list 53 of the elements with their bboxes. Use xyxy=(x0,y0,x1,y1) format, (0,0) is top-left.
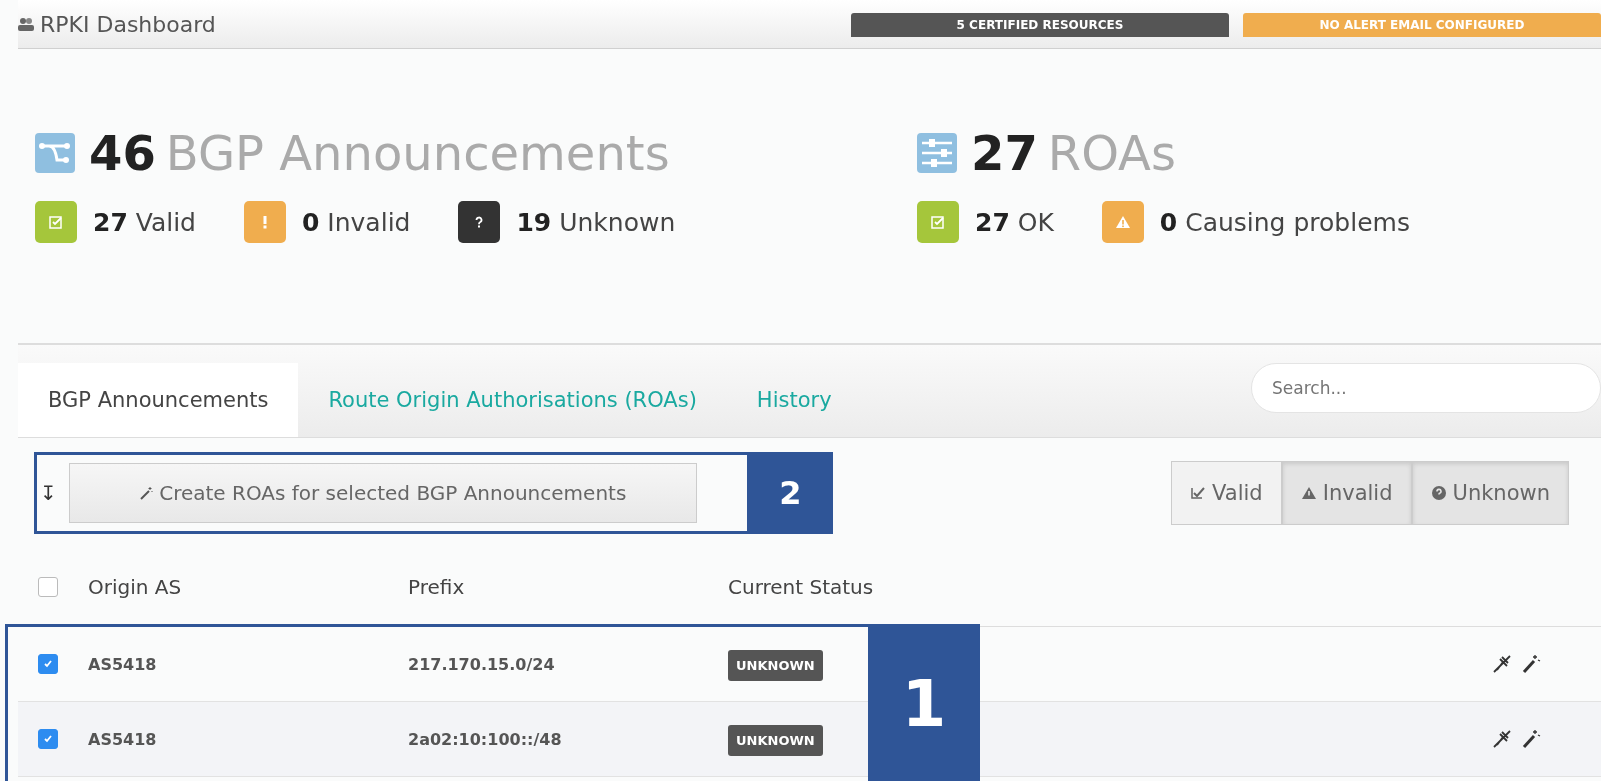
wand-icon xyxy=(139,486,154,500)
column-header: Current Status xyxy=(728,575,875,599)
tab[interactable]: Route Origin Authorisations (ROAs) xyxy=(298,363,727,437)
column-header: Prefix xyxy=(408,575,466,599)
check-icon xyxy=(42,733,54,745)
row-checkbox[interactable] xyxy=(38,729,58,749)
people-icon xyxy=(18,17,34,31)
table-cell-text: 2a02:10:100::/48 xyxy=(408,729,563,749)
sliders-icon xyxy=(917,133,957,173)
status-badge: UNKNOWN xyxy=(728,724,823,756)
wand-icon[interactable] xyxy=(1521,654,1541,674)
route-icon xyxy=(35,133,75,173)
filter-button[interactable]: Unknown xyxy=(1411,461,1569,525)
column-header: Origin AS xyxy=(88,575,183,599)
filter-button[interactable]: Invalid xyxy=(1281,461,1412,525)
stat-text: 0 Causing problems xyxy=(1159,207,1410,237)
wand-icon[interactable] xyxy=(1521,729,1541,749)
table-cell-text: AS5418 xyxy=(88,654,158,674)
tab[interactable]: BGP Announcements xyxy=(18,363,299,437)
row-checkbox[interactable] xyxy=(38,654,58,674)
check-icon xyxy=(42,658,54,670)
tab[interactable]: History xyxy=(726,363,862,437)
stat-text: 27 OK xyxy=(975,207,1054,237)
stat-text: 27 Valid xyxy=(93,207,196,237)
sort-glyph[interactable]: ↧ xyxy=(40,481,57,505)
check-icon xyxy=(35,201,77,243)
callout-number: 1 xyxy=(868,624,980,781)
summary-label: ROAs xyxy=(1047,125,1176,181)
warning-icon xyxy=(1300,486,1317,500)
summary-label: BGP Announcements xyxy=(165,125,670,181)
stat-text: 19 Unknown xyxy=(516,207,676,237)
warning-icon xyxy=(244,201,286,243)
warning-icon xyxy=(1101,201,1144,243)
check-icon xyxy=(917,201,959,243)
table-cell-text: 217.170.15.0/24 xyxy=(408,654,556,674)
filter-button[interactable]: Valid xyxy=(1171,461,1282,525)
summary-count: 27 xyxy=(971,125,1038,181)
question-icon xyxy=(458,201,501,243)
unpin-icon[interactable] xyxy=(1491,729,1513,749)
select-all-checkbox[interactable] xyxy=(38,577,58,597)
status-badge: NO ALERT EMAIL CONFIGURED xyxy=(1243,13,1601,37)
stat-text: 0 Invalid xyxy=(302,207,411,237)
question-icon xyxy=(1430,485,1447,501)
page-title: RPKI Dashboard xyxy=(40,11,216,37)
status-badge: 5 CERTIFIED RESOURCES xyxy=(851,13,1229,37)
unpin-icon[interactable] xyxy=(1491,654,1513,674)
table-cell-text: AS5418 xyxy=(88,729,158,749)
callout-number: 2 xyxy=(748,452,833,534)
summary-count: 46 xyxy=(89,125,156,181)
status-badge: UNKNOWN xyxy=(728,649,823,681)
create-roas-button[interactable]: Create ROAs for selected BGP Announcements xyxy=(68,463,697,523)
search-field[interactable]: Search... xyxy=(1251,363,1601,413)
check-icon xyxy=(1190,486,1207,500)
